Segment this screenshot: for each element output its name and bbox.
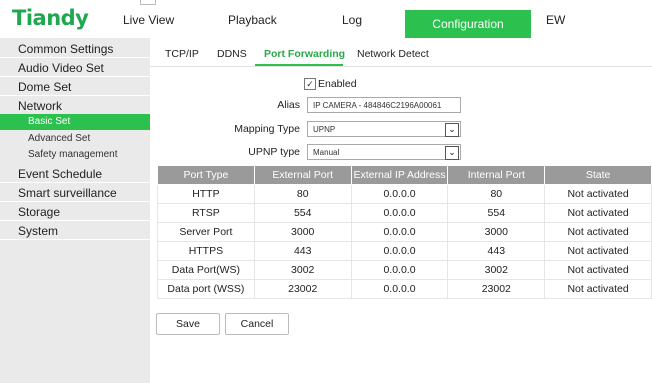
external-ip-cell: 0.0.0.0 [351,279,449,299]
sidebar-item-advanced-set[interactable]: Advanced Set [0,131,150,147]
nav-log[interactable]: Log [342,13,362,27]
state-cell: Not activated [544,184,652,204]
state-cell: Not activated [544,260,652,280]
port-type-cell: Server Port [157,222,255,242]
enabled-label: Enabled [318,78,357,90]
column-header: External Port [253,165,352,185]
chevron-down-icon[interactable]: ⌄ [445,123,459,137]
sidebar-item-audio-video-set[interactable]: Audio Video Set [0,59,150,77]
mapping-type-label: Mapping Type [234,123,300,135]
tab-port-forwarding[interactable]: Port Forwarding [264,48,345,60]
tab-divider [150,66,652,67]
upnp-type-value: Manual [313,148,340,157]
table-row: Data Port(WS) 3002 0.0.0.0 3002 Not acti… [157,260,652,280]
external-port-cell: 80 [254,184,352,204]
enabled-checkbox[interactable]: ✓ [304,78,316,90]
sidebar-item-safety-management[interactable]: Safety management [0,147,150,163]
tab-tcpip[interactable]: TCP/IP [165,48,199,60]
table-row: Server Port 3000 0.0.0.0 3000 Not activa… [157,222,652,242]
tab-network-detect[interactable]: Network Detect [357,48,429,60]
internal-port-cell: 554 [447,203,546,223]
window-control-icon [140,0,156,5]
mapping-type-value: UPNP [313,125,336,134]
alias-label: Alias [277,99,300,111]
external-ip-cell: 0.0.0.0 [351,203,449,223]
external-port-cell: 3002 [254,260,352,280]
external-port-cell: 3000 [254,222,352,242]
external-port-cell: 23002 [254,279,352,299]
nav-live-view[interactable]: Live View [123,13,174,27]
brand-logo: Tiandy [12,6,89,30]
save-button[interactable]: Save [156,313,220,335]
mapping-type-select[interactable]: UPNP ⌄ [307,121,461,137]
external-ip-cell: 0.0.0.0 [351,222,449,242]
internal-port-cell: 443 [447,241,546,261]
table-row: Data port (WSS) 23002 0.0.0.0 23002 Not … [157,279,652,299]
port-type-cell: HTTPS [157,241,255,261]
sidebar-item-common-settings[interactable]: Common Settings [0,40,150,58]
sidebar-item-storage[interactable]: Storage [0,203,150,221]
top-bar: Tiandy Live View Playback Log Configurat… [0,0,652,38]
column-header: Port Type [157,165,255,185]
sidebar-item-event-schedule[interactable]: Event Schedule [0,165,150,183]
column-header: External IP Address [350,165,449,185]
sidebar: Common Settings Audio Video Set Dome Set… [0,38,150,383]
nav-ew[interactable]: EW [546,13,565,27]
tab-ddns[interactable]: DDNS [217,48,247,60]
sidebar-item-network[interactable]: Network [0,97,150,115]
external-ip-cell: 0.0.0.0 [351,260,449,280]
external-port-cell: 554 [254,203,352,223]
table-header-row: Port Type External Port External IP Addr… [157,165,652,185]
external-port-cell: 443 [254,241,352,261]
nav-playback[interactable]: Playback [228,13,277,27]
port-type-cell: Data Port(WS) [157,260,255,280]
sidebar-item-dome-set[interactable]: Dome Set [0,78,150,96]
port-forwarding-table: Port Type External Port External IP Addr… [157,165,652,299]
table-row: HTTPS 443 0.0.0.0 443 Not activated [157,241,652,261]
state-cell: Not activated [544,222,652,242]
sidebar-item-basic-set[interactable]: Basic Set [0,114,150,130]
state-cell: Not activated [544,241,652,261]
nav-configuration[interactable]: Configuration [405,10,531,38]
internal-port-cell: 3002 [447,260,546,280]
internal-port-cell: 80 [447,184,546,204]
internal-port-cell: 3000 [447,222,546,242]
column-header: Internal Port [447,165,546,185]
alias-input[interactable]: IP CAMERA - 484846C2196A00061 [307,97,461,113]
port-type-cell: Data port (WSS) [157,279,255,299]
external-ip-cell: 0.0.0.0 [351,184,449,204]
column-header: State [544,165,652,185]
external-ip-cell: 0.0.0.0 [351,241,449,261]
main-content: TCP/IP DDNS Port Forwarding Network Dete… [150,38,652,383]
table-row: RTSP 554 0.0.0.0 554 Not activated [157,203,652,223]
cancel-button[interactable]: Cancel [225,313,289,335]
table-row: HTTP 80 0.0.0.0 80 Not activated [157,184,652,204]
sidebar-item-smart-surveillance[interactable]: Smart surveillance [0,184,150,202]
chevron-down-icon[interactable]: ⌄ [445,146,459,160]
state-cell: Not activated [544,203,652,223]
port-type-cell: RTSP [157,203,255,223]
sidebar-item-system[interactable]: System [0,222,150,240]
state-cell: Not activated [544,279,652,299]
upnp-type-label: UPNP type [248,146,300,158]
internal-port-cell: 23002 [447,279,546,299]
upnp-type-select[interactable]: Manual ⌄ [307,144,461,160]
port-type-cell: HTTP [157,184,255,204]
